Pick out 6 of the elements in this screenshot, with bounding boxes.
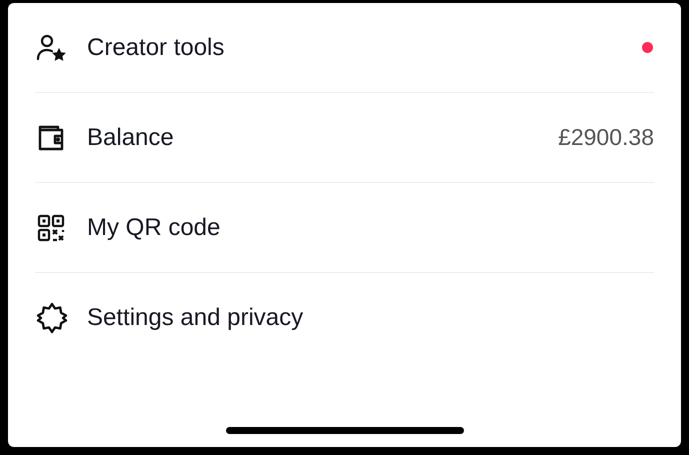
settings-icon	[35, 301, 69, 335]
menu-item[interactable]: Creator tools	[35, 3, 654, 93]
menu-item[interactable]: My QR code	[35, 183, 654, 273]
balance-amount: £2900.38	[558, 123, 654, 152]
menu-item[interactable]: Balance £2900.38	[35, 93, 654, 183]
menu-item[interactable]: Settings and privacy	[35, 273, 654, 363]
